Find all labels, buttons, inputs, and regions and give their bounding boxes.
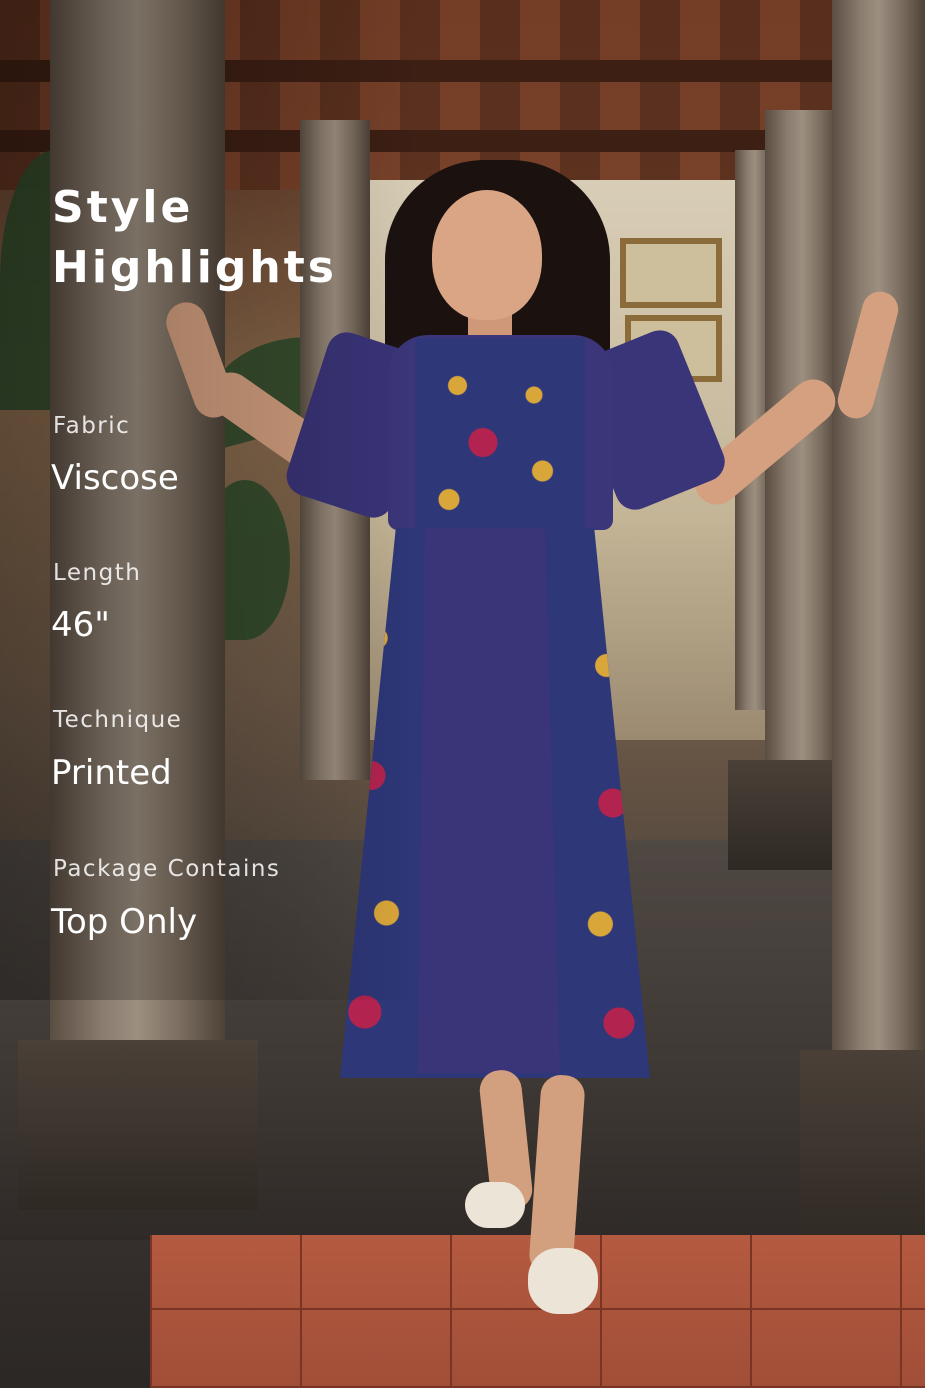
dress-solid-panel: [417, 528, 560, 1073]
product-photo: Style Highlights Fabric Viscose Length 4…: [0, 0, 925, 1388]
spec-value-technique: Printed: [51, 753, 172, 793]
text-shade: [0, 0, 420, 1000]
spec-value-package: Top Only: [51, 902, 198, 942]
heading-line-2: Highlights: [52, 242, 337, 293]
spec-label-length: Length: [53, 560, 142, 586]
sandal: [528, 1248, 598, 1314]
heading-line-1: Style: [52, 182, 194, 233]
dress-printed-yoke: [415, 338, 585, 528]
model-face: [432, 190, 542, 320]
spec-label-fabric: Fabric: [53, 413, 131, 439]
sandal: [465, 1182, 525, 1228]
spec-label-package: Package Contains: [53, 856, 281, 882]
style-highlights-heading: Style Highlights: [52, 178, 432, 298]
pillar-base: [800, 1050, 925, 1250]
spec-value-fabric: Viscose: [51, 458, 179, 498]
wall-frame: [620, 238, 722, 308]
pillar-base: [18, 1040, 258, 1210]
right-pillar: [832, 0, 925, 1070]
spec-label-technique: Technique: [53, 707, 183, 733]
spec-value-length: 46": [51, 605, 110, 645]
